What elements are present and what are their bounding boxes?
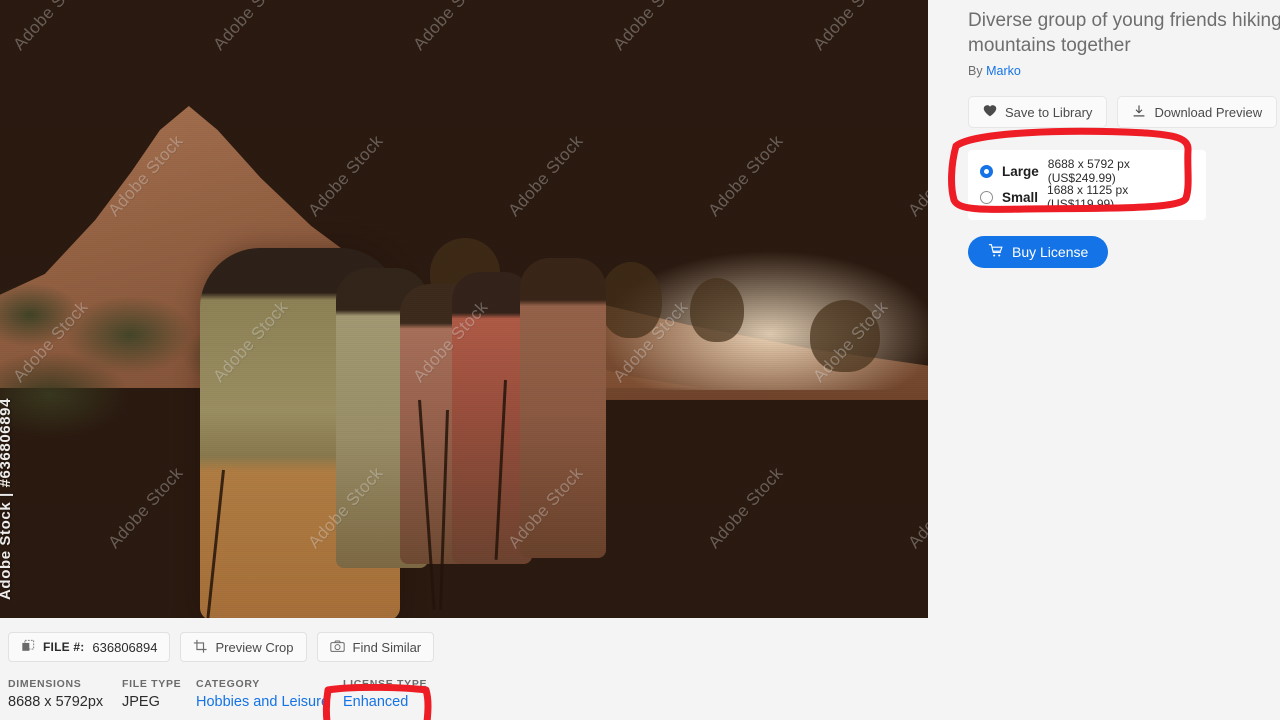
size-detail-large: 8688 x 5792 px (US$249.99) bbox=[1047, 157, 1130, 185]
image-preview[interactable]: Adobe Stock Adobe Stock Adobe Stock Adobe S… bbox=[0, 0, 928, 618]
license-size-options: Large 8688 x 5792 px (US$249.99) Small 1… bbox=[968, 150, 1206, 220]
download-preview-label: Download Preview bbox=[1154, 104, 1263, 120]
tree-shape bbox=[690, 278, 744, 342]
tree-shape bbox=[810, 300, 880, 372]
radio-small[interactable] bbox=[980, 190, 993, 204]
save-to-library-label: Save to Library bbox=[1005, 104, 1093, 120]
watermark-file-id: Adobe Stock | #636806894 bbox=[0, 397, 14, 600]
shopping-cart-icon bbox=[988, 243, 1003, 261]
buy-license-button[interactable]: Buy License bbox=[968, 236, 1109, 268]
radio-large[interactable] bbox=[980, 164, 993, 178]
size-name-small: Small bbox=[1002, 189, 1039, 205]
page-title-line1: Diverse group of young friends hiking i bbox=[968, 10, 1280, 31]
page-title: Diverse group of young friends hiking i … bbox=[968, 8, 1280, 58]
hiker-figure bbox=[520, 258, 606, 558]
byline: By Marko bbox=[968, 64, 1280, 78]
file-stack-icon bbox=[21, 639, 35, 656]
tree-shape bbox=[600, 262, 662, 338]
metadata-head: DIMENSIONS bbox=[8, 678, 82, 690]
size-option-small[interactable]: Small 1688 x 1125 px (US$119.99) bbox=[980, 183, 1194, 211]
category-link[interactable]: Hobbies and Leisure bbox=[196, 694, 343, 710]
download-preview-button[interactable]: Download Preview bbox=[1117, 96, 1278, 128]
buy-license-label: Buy License bbox=[1012, 244, 1089, 260]
author-link[interactable]: Marko bbox=[986, 64, 1021, 78]
preview-crop-label: Preview Crop bbox=[215, 639, 294, 655]
detail-panel: Diverse group of young friends hiking i … bbox=[968, 0, 1280, 268]
preview-crop-button[interactable]: Preview Crop bbox=[180, 632, 307, 662]
page-title-line2: mountains together bbox=[968, 35, 1131, 56]
action-buttons: Save to Library Download Preview bbox=[968, 96, 1280, 128]
metadata-item-category: CATEGORY Hobbies and Leisure bbox=[196, 678, 343, 710]
metadata-head: CATEGORY bbox=[196, 678, 260, 690]
metadata-item-dimensions: DIMENSIONS 8688 x 5792px bbox=[8, 678, 122, 710]
metadata-item-license-type: LICENSE TYPE Enhanced bbox=[343, 678, 427, 710]
image-toolbar: FILE #: 636806894 Preview Crop Find Simi… bbox=[8, 632, 435, 662]
size-detail-small: 1688 x 1125 px (US$119.99) bbox=[1047, 183, 1129, 211]
find-similar-label: Find Similar bbox=[352, 639, 422, 655]
file-number: 636806894 bbox=[92, 639, 158, 655]
photo-image bbox=[0, 0, 928, 618]
license-type-link[interactable]: Enhanced bbox=[343, 694, 427, 710]
save-to-library-button[interactable]: Save to Library bbox=[968, 96, 1108, 128]
stock-photo-detail-page: Adobe Stock Adobe Stock Adobe Stock Adobe S… bbox=[0, 0, 1280, 720]
by-prefix: By bbox=[968, 64, 983, 78]
metadata-value: JPEG bbox=[122, 694, 160, 710]
size-name-large: Large bbox=[1002, 163, 1039, 179]
size-option-large[interactable]: Large 8688 x 5792 px (US$249.99) bbox=[980, 157, 1194, 185]
metadata-head: LICENSE TYPE bbox=[343, 678, 428, 690]
metadata-item-file-type: FILE TYPE JPEG bbox=[122, 678, 196, 710]
metadata-value: 8688 x 5792px bbox=[8, 694, 104, 710]
file-label: FILE #: bbox=[43, 640, 85, 654]
file-number-button[interactable]: FILE #: 636806894 bbox=[8, 632, 171, 662]
download-icon bbox=[1132, 104, 1146, 121]
find-similar-button[interactable]: Find Similar bbox=[316, 632, 435, 662]
metadata-head: FILE TYPE bbox=[122, 678, 182, 690]
metadata-row: DIMENSIONS 8688 x 5792px FILE TYPE JPEG … bbox=[8, 678, 427, 710]
crop-icon bbox=[193, 639, 208, 656]
camera-icon bbox=[329, 639, 345, 656]
heart-icon bbox=[983, 104, 997, 120]
